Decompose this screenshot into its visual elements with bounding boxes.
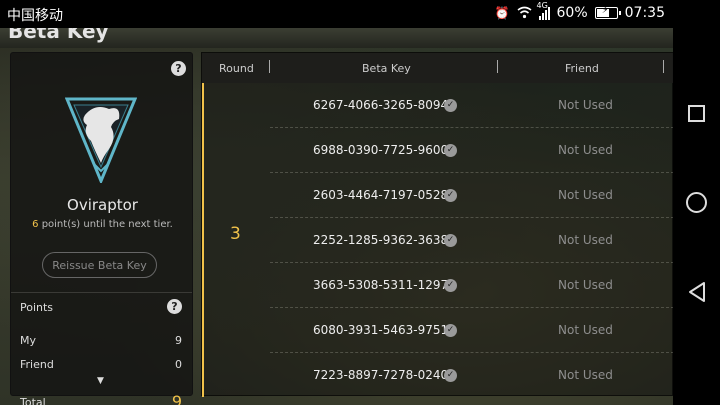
table-row[interactable]: 6267-4066-3265-8094 ✓ Not Used bbox=[270, 83, 673, 128]
table-row[interactable]: 7223-8897-7278-0240 ✓ Not Used bbox=[270, 353, 673, 398]
beta-key-table: Round Beta Key Friend 3 6267-4066-3265-8… bbox=[201, 52, 673, 398]
key-status: Not Used bbox=[558, 233, 613, 247]
check-icon: ✓ bbox=[444, 189, 457, 202]
points-total-value: 9 bbox=[171, 392, 182, 405]
check-icon: ✓ bbox=[444, 369, 457, 382]
column-round: Round bbox=[219, 62, 254, 75]
page-title: Beta Key bbox=[8, 28, 109, 43]
beta-key: 6080-3931-5463-9751 bbox=[313, 323, 449, 337]
tier-panel: ? Oviraptor 6 point(s) until the next ti… bbox=[10, 52, 194, 405]
key-status: Not Used bbox=[558, 368, 613, 382]
battery-percent: 60% bbox=[556, 5, 588, 21]
tier-name: Oviraptor bbox=[67, 196, 138, 214]
reissue-beta-key-button[interactable]: Reissue Beta Key bbox=[42, 252, 157, 278]
tier-badge-icon bbox=[65, 97, 137, 183]
nav-back-icon[interactable] bbox=[687, 281, 707, 303]
clock: 07:35 bbox=[624, 5, 665, 21]
table-row[interactable]: 2603-4464-7197-0528 ✓ Not Used bbox=[270, 173, 673, 218]
round-number: 3 bbox=[230, 224, 241, 244]
points-total-label: Total bbox=[20, 396, 46, 405]
tier-progress-text: 6 point(s) until the next tier. bbox=[11, 219, 194, 230]
help-icon[interactable]: ? bbox=[171, 61, 186, 76]
column-divider bbox=[497, 60, 498, 73]
chevron-down-icon[interactable]: ▼ bbox=[97, 376, 104, 386]
key-status: Not Used bbox=[558, 98, 613, 112]
table-row[interactable]: 6080-3931-5463-9751 ✓ Not Used bbox=[270, 308, 673, 353]
column-divider bbox=[269, 60, 270, 73]
table-header: Round Beta Key Friend bbox=[202, 53, 673, 83]
check-icon: ✓ bbox=[444, 234, 457, 247]
nav-recent-icon[interactable] bbox=[688, 105, 705, 122]
points-friend-label: Friend bbox=[20, 358, 54, 371]
column-friend: Friend bbox=[565, 62, 599, 75]
round-indicator bbox=[202, 83, 204, 397]
points-needed-suffix: point(s) until the next tier. bbox=[41, 219, 173, 230]
beta-key: 7223-8897-7278-0240 bbox=[313, 368, 449, 382]
status-icons: ⏰ 4G 60% ⚡ 07:35 bbox=[494, 1, 665, 21]
points-needed: 6 bbox=[32, 219, 39, 230]
key-status: Not Used bbox=[558, 323, 613, 337]
table-row[interactable]: 3663-5308-5311-1297 ✓ Not Used bbox=[270, 263, 673, 308]
navigation-bar bbox=[673, 28, 720, 405]
points-header: Points ? bbox=[20, 299, 182, 314]
nav-home-icon[interactable] bbox=[686, 192, 707, 213]
check-icon: ✓ bbox=[444, 144, 457, 157]
points-friend-value: 0 bbox=[175, 358, 182, 371]
points-section: Points ? My 9 Friend 0 ▼ Total 9 bbox=[11, 292, 192, 405]
alarm-icon: ⏰ bbox=[494, 5, 510, 20]
beta-key: 6267-4066-3265-8094 bbox=[313, 98, 449, 112]
points-total-row: Total 9 bbox=[20, 392, 182, 405]
table-row[interactable]: 6988-0390-7725-9600 ✓ Not Used bbox=[270, 128, 673, 173]
column-beta-key: Beta Key bbox=[362, 62, 411, 75]
beta-key: 3663-5308-5311-1297 bbox=[313, 278, 449, 292]
points-my-label: My bbox=[20, 334, 37, 347]
table-row[interactable]: 2252-1285-9362-3638 ✓ Not Used bbox=[270, 218, 673, 263]
column-divider bbox=[663, 60, 664, 73]
key-status: Not Used bbox=[558, 278, 613, 292]
beta-key: 2603-4464-7197-0528 bbox=[313, 188, 449, 202]
check-icon: ✓ bbox=[444, 324, 457, 337]
beta-key: 2252-1285-9362-3638 bbox=[313, 233, 449, 247]
game-screen: Beta Key ? Oviraptor 6 point(s) until th… bbox=[0, 28, 673, 405]
check-icon: ✓ bbox=[444, 99, 457, 112]
points-header-label: Points bbox=[20, 301, 54, 314]
points-help-icon[interactable]: ? bbox=[167, 299, 182, 314]
key-status: Not Used bbox=[558, 188, 613, 202]
battery-icon: ⚡ bbox=[594, 5, 621, 19]
wifi-icon bbox=[517, 6, 532, 21]
status-bar: 中国移动 ⏰ 4G 60% ⚡ 07:35 bbox=[0, 0, 720, 28]
beta-key: 6988-0390-7725-9600 bbox=[313, 143, 449, 157]
signal-icon: 4G bbox=[537, 1, 550, 20]
header-strip: Beta Key bbox=[0, 28, 673, 48]
check-icon: ✓ bbox=[444, 279, 457, 292]
points-friend-row: Friend 0 bbox=[20, 358, 182, 371]
key-status: Not Used bbox=[558, 143, 613, 157]
carrier-name: 中国移动 bbox=[7, 8, 63, 24]
network-type: 4G bbox=[536, 1, 548, 10]
points-my-row: My 9 bbox=[20, 334, 182, 347]
points-my-value: 9 bbox=[175, 334, 182, 347]
